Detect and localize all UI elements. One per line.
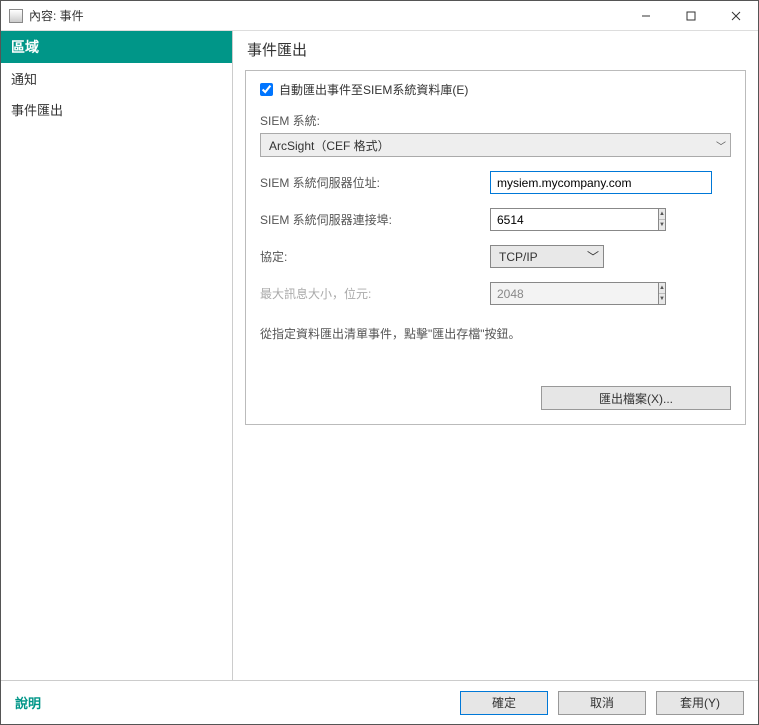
- server-port-spinner[interactable]: ▲ ▼: [490, 208, 604, 231]
- protocol-select[interactable]: TCP/IP ﹀: [490, 245, 604, 268]
- settings-window: 內容: 事件 區域 通知 事件匯出 事件匯出: [0, 0, 759, 725]
- protocol-value: TCP/IP: [499, 250, 538, 264]
- sidebar-header: 區域: [1, 31, 232, 63]
- chevron-down-icon: ﹀: [587, 248, 599, 265]
- ok-button[interactable]: 確定: [460, 691, 548, 715]
- export-instruction: 從指定資料匯出清單事件，點擊"匯出存檔"按鈕。: [260, 325, 731, 342]
- titlebar: 內容: 事件: [1, 1, 758, 31]
- help-link[interactable]: 說明: [15, 693, 450, 712]
- cancel-button[interactable]: 取消: [558, 691, 646, 715]
- max-message-size-label: 最大訊息大小，位元:: [260, 285, 490, 302]
- spin-up-icon[interactable]: ▲: [659, 209, 665, 220]
- server-address-label: SIEM 系統伺服器位址:: [260, 174, 490, 191]
- apply-button[interactable]: 套用(Y): [656, 691, 744, 715]
- chevron-down-icon: ﹀: [716, 138, 726, 153]
- spin-up-icon: ▲: [659, 283, 665, 294]
- siem-system-select[interactable]: ArcSight（CEF 格式） ﹀: [260, 133, 731, 157]
- main-panel: 事件匯出 自動匯出事件至SIEM系統資料庫(E) SIEM 系統: ArcSig…: [233, 31, 758, 680]
- maximize-button[interactable]: [668, 1, 713, 30]
- sidebar-item-notifications[interactable]: 通知: [1, 63, 232, 94]
- settings-panel: 自動匯出事件至SIEM系統資料庫(E) SIEM 系統: ArcSight（CE…: [245, 70, 746, 425]
- auto-export-label: 自動匯出事件至SIEM系統資料庫(E): [279, 81, 468, 98]
- server-address-input[interactable]: [490, 171, 712, 194]
- siem-system-label: SIEM 系統:: [260, 112, 731, 129]
- max-message-size-spinner: ▲ ▼: [490, 282, 604, 305]
- window-title: 內容: 事件: [29, 7, 623, 24]
- protocol-label: 協定:: [260, 248, 490, 265]
- siem-system-value: ArcSight（CEF 格式）: [269, 137, 390, 154]
- app-icon: [9, 9, 23, 23]
- dialog-footer: 說明 確定 取消 套用(Y): [1, 680, 758, 724]
- sidebar-item-event-export[interactable]: 事件匯出: [1, 94, 232, 125]
- spin-down-icon[interactable]: ▼: [659, 220, 665, 230]
- export-file-button[interactable]: 匯出檔案(X)...: [541, 386, 731, 410]
- auto-export-checkbox[interactable]: [260, 83, 273, 96]
- server-port-input[interactable]: [490, 208, 658, 231]
- page-title: 事件匯出: [245, 39, 746, 60]
- sidebar: 區域 通知 事件匯出: [1, 31, 233, 680]
- minimize-button[interactable]: [623, 1, 668, 30]
- max-message-size-input: [490, 282, 658, 305]
- server-port-label: SIEM 系統伺服器連接埠:: [260, 211, 490, 228]
- spin-down-icon: ▼: [659, 294, 665, 304]
- close-button[interactable]: [713, 1, 758, 30]
